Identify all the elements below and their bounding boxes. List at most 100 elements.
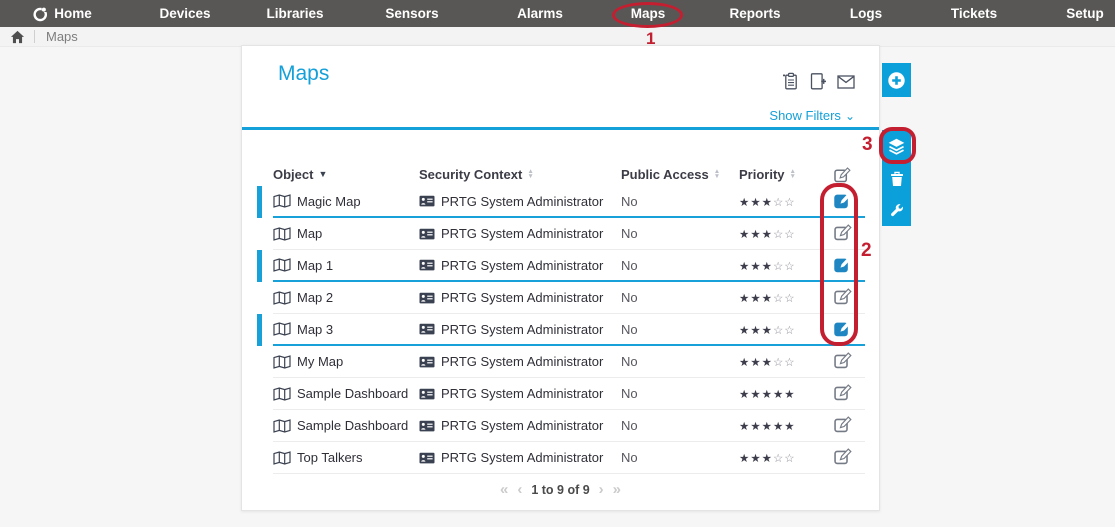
nav-item-maps[interactable]: Maps xyxy=(631,0,666,27)
edit-map-button[interactable] xyxy=(834,287,852,305)
nav-item-devices[interactable]: Devices xyxy=(159,0,210,27)
nav-item-setup[interactable]: Setup xyxy=(1066,0,1104,27)
map-name[interactable]: My Map xyxy=(297,354,343,369)
table-row[interactable]: Top Talkers PRTG System Administrator No… xyxy=(273,442,865,474)
star-filled-icon: ★ xyxy=(762,453,773,465)
star-empty-icon: ☆ xyxy=(773,197,784,209)
edit-map-button[interactable] xyxy=(834,255,852,273)
star-filled-icon: ★ xyxy=(750,261,761,273)
map-name[interactable]: Map 1 xyxy=(297,258,333,273)
table-header: Object▼Security Context▲▼Public Access▲▼… xyxy=(273,130,865,186)
priority-stars: ★★★☆☆ xyxy=(739,290,834,305)
star-empty-icon: ☆ xyxy=(784,229,795,241)
nav-item-label: Libraries xyxy=(266,6,323,21)
table-row[interactable]: Sample Dashboard PRTG System Administrat… xyxy=(273,410,865,442)
edit-map-button[interactable] xyxy=(834,447,852,465)
star-empty-icon: ☆ xyxy=(784,453,795,465)
trash-icon xyxy=(890,171,904,187)
public-access: No xyxy=(621,322,739,337)
map-icon xyxy=(273,227,291,241)
breadcrumb: Maps xyxy=(0,27,1115,47)
pagination-prev[interactable]: ‹ xyxy=(517,484,522,496)
show-filters-label: Show Filters xyxy=(769,108,841,123)
settings-button[interactable] xyxy=(889,203,904,218)
nav-item-label: Logs xyxy=(850,6,882,21)
table-row[interactable]: Map PRTG System Administrator No ★★★☆☆ xyxy=(273,218,865,250)
column-edit[interactable] xyxy=(834,166,865,183)
edit-map-button[interactable] xyxy=(834,351,852,369)
breadcrumb-label[interactable]: Maps xyxy=(46,29,78,44)
column-security-context[interactable]: Security Context▲▼ xyxy=(419,167,621,182)
home-icon[interactable] xyxy=(10,30,25,44)
multi-edit-button[interactable] xyxy=(887,138,906,156)
edit-map-button[interactable] xyxy=(834,223,852,241)
security-context: PRTG System Administrator xyxy=(441,322,603,337)
top-nav: Home Devices Libraries Sensors Alarms Maps Rep… xyxy=(0,0,1115,27)
security-context: PRTG System Administrator xyxy=(441,418,603,433)
map-name[interactable]: Top Talkers xyxy=(297,450,363,465)
page-title: Maps xyxy=(278,62,329,86)
delete-button[interactable] xyxy=(890,171,904,187)
edit-map-button[interactable] xyxy=(834,415,852,433)
edit-icon xyxy=(834,287,852,305)
pagination-next[interactable]: › xyxy=(599,484,604,496)
nav-item-reports[interactable]: Reports xyxy=(729,0,780,27)
star-filled-icon: ★ xyxy=(773,389,784,401)
nav-item-libraries[interactable]: Libraries xyxy=(266,0,323,27)
table-row[interactable]: Map 3 PRTG System Administrator No ★★★☆☆ xyxy=(273,314,865,346)
pagination-label: 1 to 9 of 9 xyxy=(531,483,589,497)
table-row[interactable]: My Map PRTG System Administrator No ★★★☆… xyxy=(273,346,865,378)
map-name[interactable]: Map xyxy=(297,226,322,241)
map-name[interactable]: Map 2 xyxy=(297,290,333,305)
id-card-icon xyxy=(419,388,435,400)
table-row[interactable]: Map 1 PRTG System Administrator No ★★★☆☆ xyxy=(273,250,865,282)
email-button[interactable] xyxy=(837,72,855,94)
edit-map-button[interactable] xyxy=(834,383,852,401)
add-map-button[interactable] xyxy=(882,63,911,97)
show-filters-link[interactable]: Show Filters ⌄ xyxy=(769,108,855,123)
column-public-access[interactable]: Public Access▲▼ xyxy=(621,167,739,182)
clipboard-report-button[interactable] xyxy=(781,72,798,94)
map-icon xyxy=(273,258,291,272)
priority-stars: ★★★★★ xyxy=(739,386,834,401)
nav-item-alarms[interactable]: Alarms xyxy=(517,0,563,27)
nav-item-logs[interactable]: Logs xyxy=(850,0,882,27)
add-report-icon xyxy=(809,72,826,91)
security-context: PRTG System Administrator xyxy=(441,226,603,241)
star-filled-icon: ★ xyxy=(784,389,795,401)
map-name[interactable]: Magic Map xyxy=(297,194,361,209)
table-row[interactable]: Magic Map PRTG System Administrator No ★… xyxy=(273,186,865,218)
nav-item-label: Setup xyxy=(1066,6,1104,21)
table-row[interactable]: Map 2 PRTG System Administrator No ★★★☆☆ xyxy=(273,282,865,314)
pagination-last[interactable]: » xyxy=(613,484,621,496)
edit-icon xyxy=(834,351,852,369)
nav-item-label: Home xyxy=(54,6,92,21)
pagination-first[interactable]: « xyxy=(500,484,508,496)
edit-icon xyxy=(834,166,851,183)
star-filled-icon: ★ xyxy=(739,229,750,241)
edit-map-button[interactable] xyxy=(834,319,852,337)
star-empty-icon: ☆ xyxy=(784,197,795,209)
nav-item-home[interactable]: Home xyxy=(32,0,92,27)
sort-icon: ▲▼ xyxy=(714,169,720,179)
star-filled-icon: ★ xyxy=(750,229,761,241)
edit-map-button[interactable] xyxy=(834,191,852,209)
id-card-icon xyxy=(419,195,435,207)
public-access: No xyxy=(621,354,739,369)
map-name[interactable]: Sample Dashboard xyxy=(297,418,408,433)
nav-item-sensors[interactable]: Sensors xyxy=(385,0,438,27)
wrench-icon xyxy=(889,203,904,218)
table-row[interactable]: Sample Dashboard PRTG System Administrat… xyxy=(273,378,865,410)
maps-panel: Maps Show Filters ⌄ xyxy=(241,45,880,511)
map-name[interactable]: Sample Dashboard xyxy=(297,386,408,401)
public-access: No xyxy=(621,418,739,433)
column-object[interactable]: Object▼ xyxy=(273,167,419,182)
edit-icon xyxy=(834,255,852,273)
add-report-button[interactable] xyxy=(809,72,826,94)
priority-stars: ★★★★★ xyxy=(739,418,834,433)
column-priority[interactable]: Priority▲▼ xyxy=(739,167,834,182)
map-icon xyxy=(273,419,291,433)
map-icon xyxy=(273,322,291,336)
map-name[interactable]: Map 3 xyxy=(297,322,333,337)
nav-item-tickets[interactable]: Tickets xyxy=(951,0,997,27)
